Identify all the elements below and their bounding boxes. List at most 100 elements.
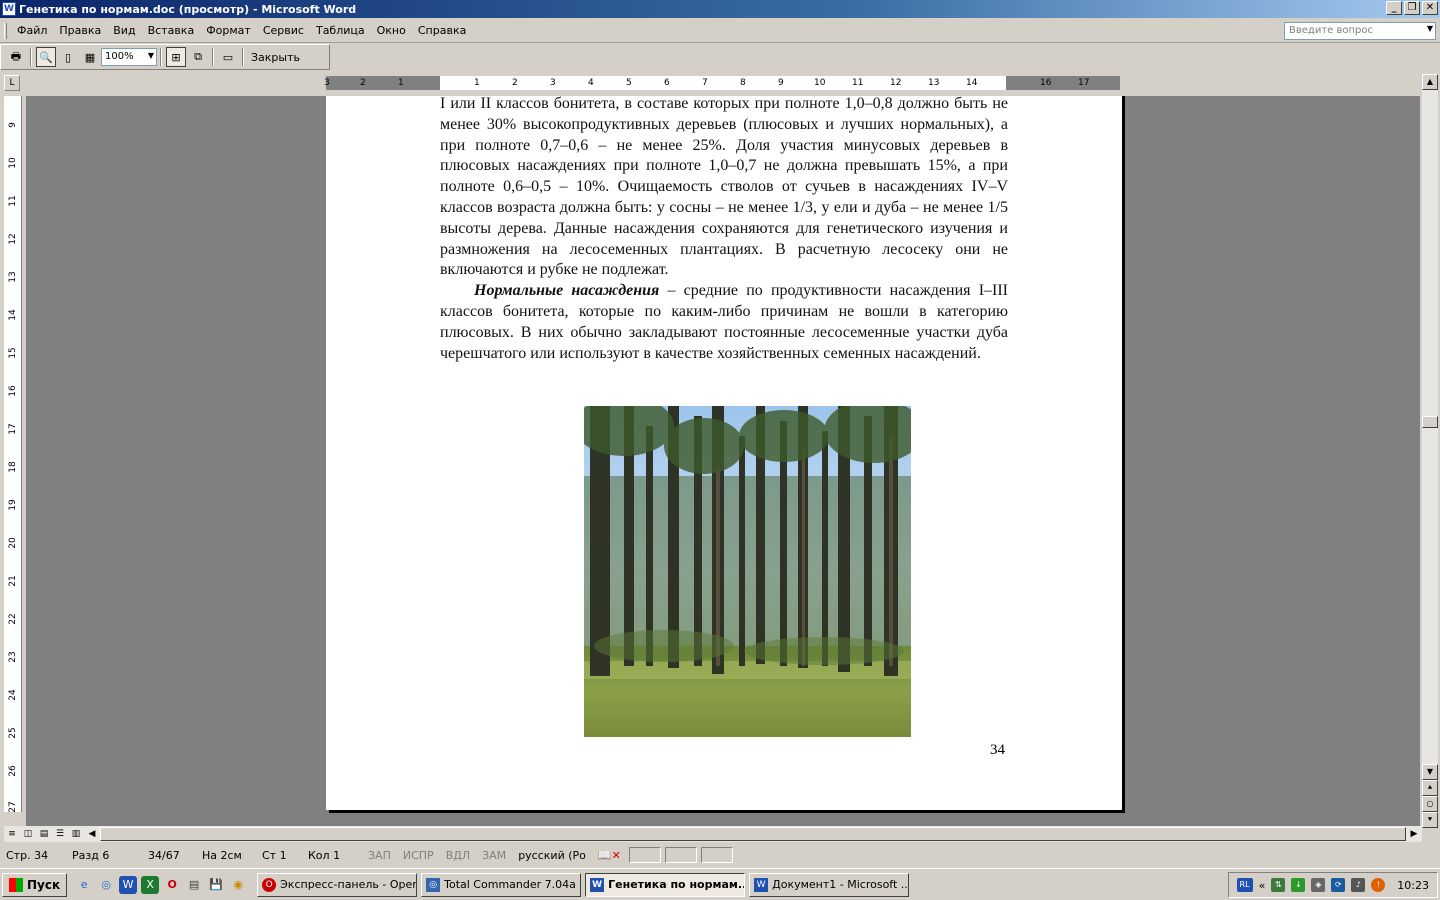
outline-view-icon[interactable]: ☰ xyxy=(52,827,68,841)
scroll-down-button[interactable]: ▼ xyxy=(1422,764,1438,780)
total-commander-icon: ◎ xyxy=(426,877,441,892)
scroll-left-button[interactable]: ◀ xyxy=(84,827,100,841)
opera-icon: O xyxy=(262,877,277,892)
alert-icon[interactable]: ! xyxy=(1371,878,1386,892)
save-icon[interactable]: 💾 xyxy=(207,876,225,894)
status-track-changes[interactable]: ИСПР xyxy=(397,849,440,862)
language-indicator[interactable]: RL xyxy=(1236,878,1253,892)
status-overtype[interactable]: ЗАМ xyxy=(476,849,512,862)
menu-view[interactable]: Вид xyxy=(107,24,141,37)
paragraph: I или II классов бонитета, в составе кот… xyxy=(440,96,1008,279)
full-screen-icon[interactable]: ▭ xyxy=(218,47,238,67)
menu-table[interactable]: Таблица xyxy=(310,24,371,37)
menu-tools[interactable]: Сервис xyxy=(257,24,310,37)
view-ruler-icon[interactable]: ⊞ xyxy=(166,47,186,67)
vertical-scrollbar[interactable]: ▲ ▼ ⯅ ○ ⯆ xyxy=(1422,74,1438,828)
forest-photo xyxy=(584,406,911,737)
word-app-icon[interactable]: W xyxy=(2,2,16,16)
status-position: На 2см xyxy=(202,848,242,862)
task-word-genetics[interactable]: W Генетика по нормам.... xyxy=(585,872,746,897)
status-pages: 34/67 xyxy=(148,848,180,862)
window-title: Генетика по нормам.doc (просмотр) - Micr… xyxy=(19,2,357,16)
taskbar: Пуск e ◎ W X O ▤ 💾 ◉ O Экспресс-панель -… xyxy=(0,868,1440,900)
update-icon[interactable]: ⟳ xyxy=(1331,878,1346,892)
tab-selector[interactable]: L xyxy=(4,75,20,91)
previous-page-button[interactable]: ⯅ xyxy=(1422,780,1438,796)
task-total-commander[interactable]: ◎ Total Commander 7.04a ... xyxy=(421,872,582,897)
web-view-icon[interactable]: ◫ xyxy=(20,827,36,841)
task-word-document1[interactable]: W Документ1 - Microsoft ... xyxy=(749,872,910,897)
document-page[interactable]: I или II классов бонитета, в составе кот… xyxy=(326,96,1122,810)
status-column: Кол 1 xyxy=(308,848,341,862)
print-icon[interactable]: 🖶 xyxy=(6,47,26,67)
task-opera[interactable]: O Экспресс-панель - Opera xyxy=(257,872,418,897)
horizontal-scrollbar[interactable]: ≡ ◫ ▤ ☰ ▥ ◀ ▶ xyxy=(4,826,1422,842)
horizontal-ruler[interactable]: L 3 2 1 1 2 3 4 5 6 7 8 9 10 11 12 13 14… xyxy=(4,74,1420,92)
zoom-select[interactable]: 100% ▼ xyxy=(101,48,157,66)
start-button[interactable]: Пуск xyxy=(2,872,68,897)
word-icon: W xyxy=(590,877,605,892)
spelling-status-icon[interactable]: 📖✕ xyxy=(592,849,627,862)
quick-launch: e ◎ W X O ▤ 💾 ◉ xyxy=(75,875,247,894)
chrome-icon[interactable]: ◉ xyxy=(229,876,247,894)
minimize-button[interactable]: _ xyxy=(1386,1,1402,15)
clock[interactable]: 10:23 xyxy=(1391,879,1429,892)
browser-icon[interactable]: ◎ xyxy=(97,876,115,894)
status-page: Стр. 34 xyxy=(6,848,49,862)
status-line: Ст 1 xyxy=(262,848,287,862)
menu-window[interactable]: Окно xyxy=(371,24,412,37)
system-tray: RL « ⇅ ↓ ◈ ⟳ ♪ ! 10:23 xyxy=(1227,872,1438,898)
status-extend[interactable]: ВДЛ xyxy=(440,849,476,862)
menu-edit[interactable]: Правка xyxy=(53,24,107,37)
ruler-ticks: 3 2 1 1 2 3 4 5 6 7 8 9 10 11 12 13 14 1… xyxy=(324,78,1090,88)
download-icon[interactable]: ↓ xyxy=(1291,878,1306,892)
preview-toolbar: 🖶 🔍 ▯ ▦ 100% ▼ ⊞ ⧉ ▭ Закрыть xyxy=(0,44,330,70)
word-icon: W xyxy=(754,877,769,892)
scroll-right-button[interactable]: ▶ xyxy=(1406,827,1422,841)
menu-file[interactable]: Файл xyxy=(11,24,53,37)
close-window-button[interactable]: ✕ xyxy=(1422,1,1438,15)
close-preview-button[interactable]: Закрыть xyxy=(247,51,304,64)
network-icon[interactable]: ⇅ xyxy=(1271,878,1286,892)
document-text: I или II классов бонитета, в составе кот… xyxy=(440,96,1008,364)
scroll-up-button[interactable]: ▲ xyxy=(1422,74,1438,90)
restore-button[interactable]: ❐ xyxy=(1404,1,1420,15)
menu-insert[interactable]: Вставка xyxy=(142,24,201,37)
magnifier-icon[interactable]: 🔍 xyxy=(36,47,56,67)
menu-grip[interactable] xyxy=(4,22,7,39)
ask-question-input[interactable]: Введите вопрос ▼ xyxy=(1284,22,1436,40)
normal-view-icon[interactable]: ≡ xyxy=(4,827,20,841)
antivirus-icon[interactable]: ◈ xyxy=(1311,878,1326,892)
status-bar: Стр. 34 Разд 6 34/67 На 2см Ст 1 Кол 1 З… xyxy=(0,845,1440,865)
vertical-ruler[interactable]: 9 10 11 12 13 14 15 16 17 18 19 20 21 22… xyxy=(4,96,22,813)
status-record[interactable]: ЗАП xyxy=(362,849,397,862)
status-section: Разд 6 xyxy=(72,848,110,862)
scroll-thumb[interactable] xyxy=(1422,416,1438,428)
menu-format[interactable]: Формат xyxy=(200,24,257,37)
windows-flag-icon xyxy=(9,877,23,892)
word-icon[interactable]: W xyxy=(119,875,138,894)
document-area[interactable]: I или II классов бонитета, в составе кот… xyxy=(26,96,1420,826)
excel-icon[interactable]: X xyxy=(141,875,160,894)
volume-icon[interactable]: ♪ xyxy=(1351,878,1366,892)
one-page-icon[interactable]: ▯ xyxy=(58,47,78,67)
menu-help[interactable]: Справка xyxy=(412,24,472,37)
select-browse-object-button[interactable]: ○ xyxy=(1422,796,1438,812)
paragraph: Нормальные насаждения – средние по проду… xyxy=(440,282,1009,362)
chevron-down-icon: ▼ xyxy=(1426,24,1433,33)
notepad-icon[interactable]: ▤ xyxy=(185,876,203,894)
opera-icon[interactable]: O xyxy=(163,876,181,894)
page-number: 34 xyxy=(990,742,1005,758)
shrink-to-fit-icon[interactable]: ⧉ xyxy=(188,47,208,67)
print-layout-icon[interactable]: ▤ xyxy=(36,827,52,841)
multiple-pages-icon[interactable]: ▦ xyxy=(80,47,100,67)
next-page-button[interactable]: ⯆ xyxy=(1422,812,1438,828)
title-bar: W Генетика по нормам.doc (просмотр) - Mi… xyxy=(0,0,1440,18)
status-language[interactable]: русский (Ро xyxy=(512,849,592,862)
reading-view-icon[interactable]: ▥ xyxy=(68,827,84,841)
show-hidden-icons-chevron[interactable]: « xyxy=(1259,879,1266,892)
chevron-down-icon: ▼ xyxy=(147,51,154,60)
hscroll-thumb[interactable] xyxy=(100,827,1406,841)
menu-bar: Файл Правка Вид Вставка Формат Сервис Та… xyxy=(0,19,1440,43)
internet-explorer-icon[interactable]: e xyxy=(75,876,93,894)
